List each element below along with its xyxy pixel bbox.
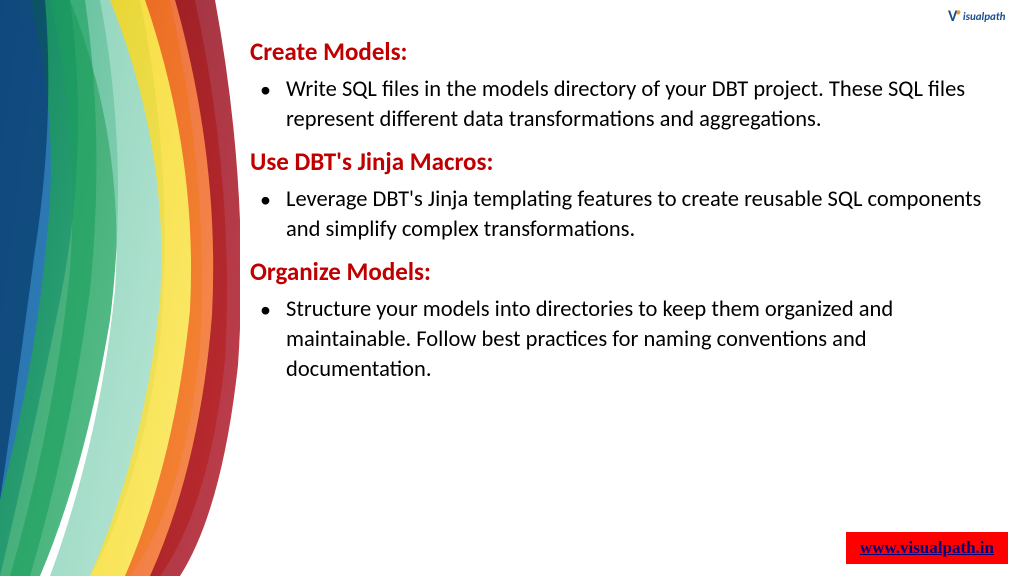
heading-create-models: Create Models: xyxy=(250,36,1010,67)
decorative-sidebar xyxy=(0,0,240,576)
abstract-curves-icon xyxy=(0,0,240,576)
bullet-item: Write SQL files in the models directory … xyxy=(250,75,1010,136)
brand-logo: V●isualpath xyxy=(948,6,1014,26)
footer-link[interactable]: www.visualpath.in xyxy=(860,538,994,557)
heading-jinja-macros: Use DBT's Jinja Macros: xyxy=(250,146,1010,177)
bullet-list-organize-models: Structure your models into directories t… xyxy=(250,295,1010,386)
logo-text: isualpath xyxy=(963,10,1006,23)
logo-dot-icon: ● xyxy=(955,7,960,18)
bullet-item: Structure your models into directories t… xyxy=(250,295,1010,386)
bullet-list-jinja-macros: Leverage DBT's Jinja templating features… xyxy=(250,185,1010,246)
bullet-item: Leverage DBT's Jinja templating features… xyxy=(250,185,1010,246)
footer-link-box: www.visualpath.in xyxy=(846,532,1008,564)
heading-organize-models: Organize Models: xyxy=(250,256,1010,287)
bullet-list-create-models: Write SQL files in the models directory … xyxy=(250,75,1010,136)
slide-content: Create Models: Write SQL files in the mo… xyxy=(250,30,1010,396)
